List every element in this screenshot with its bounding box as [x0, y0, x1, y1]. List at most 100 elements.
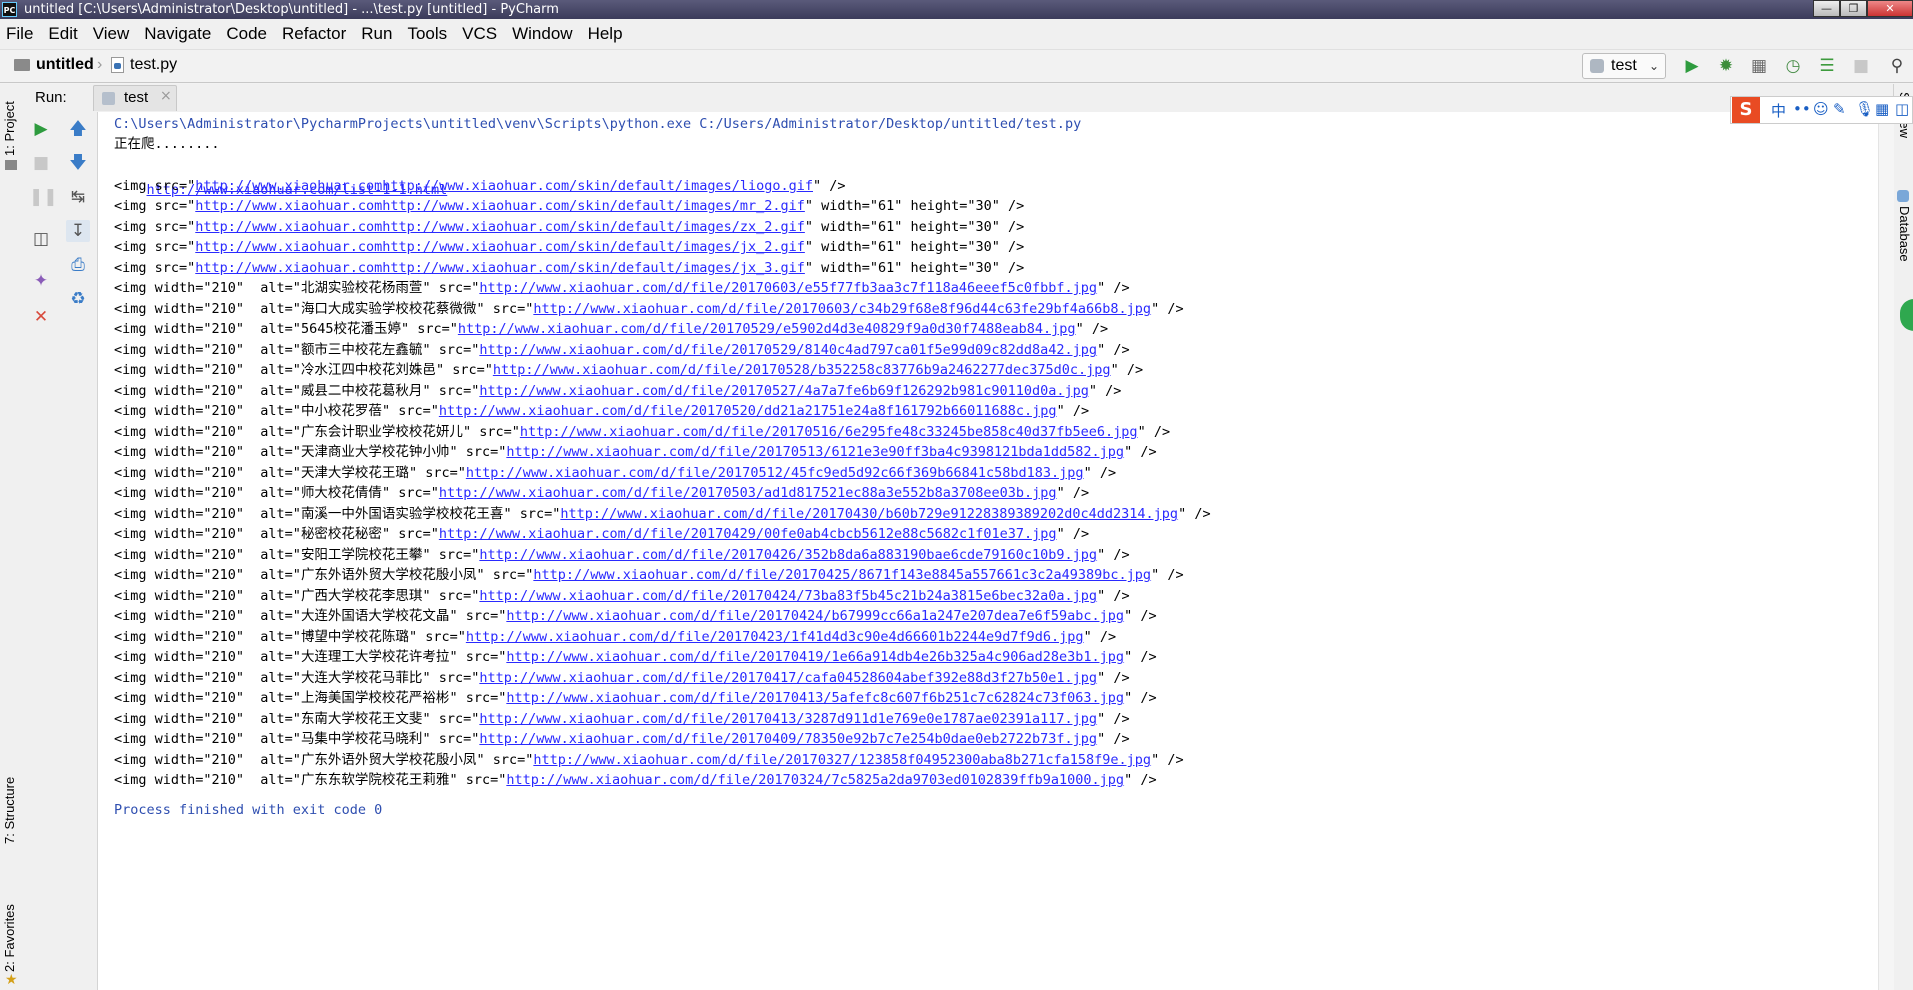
microphone-icon[interactable]: 🎙 — [1855, 100, 1874, 118]
console-hyperlink[interactable]: http://www.xiaohuar.com/d/file/20170413/… — [479, 711, 1097, 727]
menu-window[interactable]: Window — [512, 24, 572, 44]
punctuation-icon[interactable]: •• — [1793, 100, 1811, 118]
menu-vcs[interactable]: VCS — [462, 24, 497, 44]
maximize-button[interactable]: ❐ — [1840, 0, 1867, 17]
console-hyperlink[interactable]: http://www.xiaohuar.com/d/file/20170528/… — [493, 362, 1111, 378]
console-hyperlink[interactable]: http://www.xiaohuar.comhttp://www.xiaohu… — [195, 198, 805, 214]
console-hyperlink[interactable]: http://www.xiaohuar.com/d/file/20170512/… — [466, 465, 1084, 481]
console-hyperlink[interactable]: http://www.xiaohuar.com/d/file/20170529/… — [458, 321, 1076, 337]
rerun-icon[interactable]: ▶ — [29, 118, 53, 140]
console-hyperlink[interactable]: http://www.xiaohuar.com/d/file/20170520/… — [439, 403, 1057, 419]
run-with-coverage-icon[interactable]: ▦ — [1749, 56, 1769, 76]
console-hyperlink[interactable]: http://www.xiaohuar.com/d/file/20170503/… — [439, 485, 1057, 501]
restore-layout-icon[interactable]: ◫ — [29, 228, 53, 250]
console-hyperlink[interactable]: http://www.xiaohuar.comhttp://www.xiaohu… — [195, 178, 813, 194]
console-hyperlink[interactable]: http://www.xiaohuar.com/d/file/20170527/… — [479, 383, 1089, 399]
console-scrollbar[interactable] — [1878, 112, 1894, 990]
emoji-icon[interactable]: ☺ — [1813, 100, 1829, 118]
console-text: " src=" — [422, 547, 480, 563]
stop-icon[interactable]: ■ — [29, 152, 53, 174]
console-hyperlink[interactable]: http://www.xiaohuar.com/d/file/20170424/… — [479, 588, 1097, 604]
sogou-logo[interactable]: S — [1732, 97, 1760, 123]
close-window-button[interactable]: ✕ — [1867, 0, 1913, 17]
console-hyperlink[interactable]: http://www.xiaohuar.com/d/file/20170426/… — [479, 547, 1097, 563]
console-text: " src=" — [422, 588, 480, 604]
menu-tools[interactable]: Tools — [407, 24, 447, 44]
menu-view[interactable]: View — [93, 24, 130, 44]
concurrency-diagram-icon[interactable]: ☰ — [1817, 56, 1837, 76]
console-alt-text: 大连外国语大学校花文晶 — [300, 608, 450, 624]
console-hyperlink[interactable]: http://www.xiaohuar.com/d/file/20170513/… — [506, 444, 1124, 460]
console-text: <img width="210" alt=" — [114, 362, 301, 378]
chevron-down-icon: ⌄ — [1648, 59, 1659, 73]
debug-icon[interactable]: ✹ — [1716, 56, 1736, 76]
handwriting-icon[interactable]: ✎ — [1833, 100, 1846, 118]
stop-icon[interactable]: ■ — [1851, 56, 1871, 76]
favorites-tool-tab[interactable]: 2: Favorites — [2, 904, 17, 972]
console-hyperlink[interactable]: http://www.xiaohuar.com/d/file/20170417/… — [479, 670, 1097, 686]
console-hyperlink[interactable]: http://www.xiaohuar.com/d/file/20170424/… — [506, 608, 1124, 624]
project-tool-tab[interactable]: 1: Project — [2, 101, 17, 156]
pause-output-icon[interactable]: ❚❚ — [29, 186, 58, 208]
console-hyperlink[interactable]: http://www.xiaohuar.com/d/file/20170430/… — [560, 506, 1178, 522]
search-everywhere-icon[interactable]: ⚲ — [1887, 56, 1907, 76]
print-icon[interactable]: ⎙ — [66, 254, 90, 276]
console-text: " src=" — [422, 342, 480, 358]
console-hyperlink[interactable]: http://www.xiaohuar.com/d/file/20170409/… — [479, 731, 1097, 747]
menu-code[interactable]: Code — [226, 24, 267, 44]
scroll-up-icon[interactable]: 🡅 — [66, 118, 90, 140]
profile-icon[interactable]: ◷ — [1783, 56, 1803, 76]
pin-tab-icon[interactable]: ✦ — [29, 270, 53, 292]
run-tab-test[interactable]: test × — [93, 85, 177, 111]
menu-file[interactable]: File — [6, 24, 33, 44]
breadcrumb-file[interactable]: test.py — [130, 56, 177, 74]
clear-all-icon[interactable]: ♻ — [66, 288, 90, 310]
minimize-button[interactable]: — — [1813, 0, 1840, 17]
console-text: " src=" — [476, 567, 534, 583]
run-console[interactable]: C:\Users\Administrator\PycharmProjects\u… — [98, 112, 1878, 990]
run-icon[interactable]: ▶ — [1682, 56, 1702, 76]
console-alt-text: 东南大学校花王文斐 — [300, 711, 423, 727]
console-hyperlink[interactable]: http://www.xiaohuar.com/d/file/20170425/… — [533, 567, 1151, 583]
toolbox-icon[interactable]: ▦ — [1875, 100, 1889, 118]
console-hyperlink[interactable]: http://www.xiaohuar.com/d/file/20170603/… — [479, 280, 1097, 296]
console-text: " /> — [1124, 444, 1157, 460]
close-tab-icon[interactable]: × — [160, 88, 172, 104]
menu-run[interactable]: Run — [361, 24, 392, 44]
soft-wrap-icon[interactable]: ↹ — [66, 186, 90, 208]
close-run-icon[interactable]: ✕ — [29, 306, 53, 328]
structure-tool-tab[interactable]: 7: Structure — [2, 777, 17, 844]
scroll-down-icon[interactable]: 🡇 — [66, 152, 90, 174]
console-hyperlink[interactable]: http://www.xiaohuar.com/d/file/20170423/… — [466, 629, 1084, 645]
menu-help[interactable]: Help — [588, 24, 623, 44]
skin-icon[interactable]: ◫ — [1895, 100, 1909, 118]
console-hyperlink[interactable]: http://www.xiaohuar.com/d/file/20170419/… — [506, 649, 1124, 665]
scroll-to-end-icon[interactable]: ↧ — [66, 220, 90, 242]
console-text: " /> — [1097, 731, 1130, 747]
database-tool-tab[interactable]: Database — [1897, 206, 1912, 262]
console-alt-text: 威县二中校花葛秋月 — [300, 383, 423, 399]
console-text: " /> — [1056, 485, 1090, 501]
run-configuration-select[interactable]: test ⌄ — [1582, 53, 1666, 79]
console-alt-text: 广东外语外贸大学校花殷小凤 — [300, 752, 477, 768]
console-hyperlink[interactable]: http://www.xiaohuar.com/d/file/20170516/… — [520, 424, 1138, 440]
console-hyperlink[interactable]: http://www.xiaohuar.com/d/file/20170529/… — [479, 342, 1097, 358]
console-hyperlink[interactable]: http://www.xiaohuar.com/d/file/20170413/… — [506, 690, 1124, 706]
console-text: <img width="210" alt=" — [114, 383, 301, 399]
breadcrumb-project[interactable]: untitled — [36, 56, 94, 74]
menu-navigate[interactable]: Navigate — [144, 24, 211, 44]
console-hyperlink[interactable]: http://www.xiaohuar.comhttp://www.xiaohu… — [195, 219, 805, 235]
console-hyperlink[interactable]: http://www.xiaohuar.comhttp://www.xiaohu… — [195, 260, 805, 276]
floating-badge-icon[interactable] — [1900, 299, 1913, 331]
ime-mode-indicator[interactable]: 中 — [1771, 100, 1786, 121]
console-hyperlink[interactable]: http://www.xiaohuar.com/d/file/20170429/… — [439, 526, 1057, 542]
console-text: " src=" — [449, 772, 507, 788]
menu-edit[interactable]: Edit — [48, 24, 77, 44]
console-hyperlink[interactable]: http://www.xiaohuar.com/d/file/20170324/… — [506, 772, 1124, 788]
menu-refactor[interactable]: Refactor — [282, 24, 346, 44]
console-text: <img width="210" alt=" — [114, 731, 301, 747]
console-hyperlink[interactable]: http://www.xiaohuar.com/d/file/20170603/… — [533, 301, 1151, 317]
console-hyperlink[interactable]: http://www.xiaohuar.com/d/file/20170327/… — [533, 752, 1151, 768]
console-hyperlink[interactable]: http://www.xiaohuar.comhttp://www.xiaohu… — [195, 239, 805, 255]
window-title: untitled [C:\Users\Administrator\Desktop… — [24, 2, 559, 17]
